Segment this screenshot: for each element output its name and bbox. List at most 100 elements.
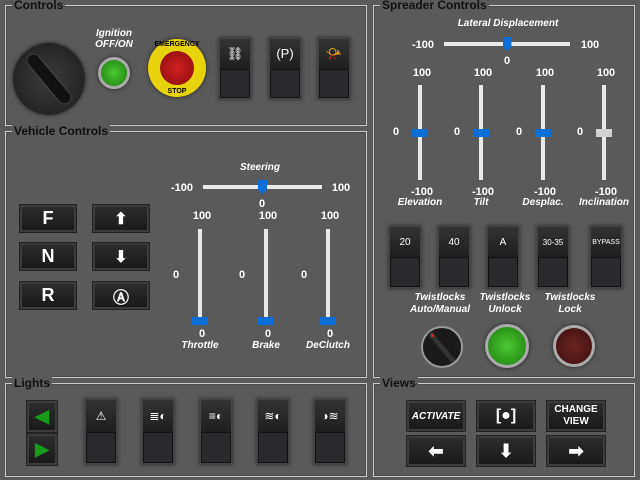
spreader-switch-30-35[interactable]: 30-35 <box>536 225 570 289</box>
auto-gear-icon: Ⓐ <box>112 289 129 307</box>
lateral-label: Lateral Displacement <box>457 18 559 29</box>
arrow-left-icon: ◀ <box>35 406 49 426</box>
fog-light-icon: ≋◐ <box>264 408 282 423</box>
container-size-icon: 30-35 <box>542 237 564 247</box>
spreader-switch-a[interactable]: A <box>486 225 520 289</box>
tilt-mid: 0 <box>453 126 461 138</box>
control-switch-seatbelt[interactable]: ⛓ <box>218 37 252 100</box>
brake-max: 100 <box>258 210 278 222</box>
declutch-slider-track[interactable] <box>326 229 330 321</box>
twistlock-label: Twistlocks Unlock <box>479 292 531 315</box>
low-beam-icon: ≣◐ <box>149 408 167 423</box>
declutch-slider-thumb[interactable] <box>320 317 336 325</box>
gear-r-button[interactable]: R <box>20 282 76 309</box>
elevation-label: Elevation <box>397 197 443 208</box>
declutch-max: 100 <box>320 210 340 222</box>
estop-bottom-text: STOP <box>167 88 187 95</box>
brake-mid: 0 <box>238 269 246 281</box>
arrow-up-button[interactable]: ⬆ <box>93 205 149 232</box>
declutch-label: DeClutch <box>306 340 350 351</box>
throttle-slider-thumb[interactable] <box>192 317 208 325</box>
lateral-min: -100 <box>411 39 435 51</box>
declutch-min: 0 <box>326 328 334 340</box>
arrow-down-icon: ⬇ <box>498 440 514 461</box>
light-switch-fog-light[interactable]: ≋◐ <box>256 398 290 465</box>
throttle-mid: 0 <box>172 269 180 281</box>
tilt-label: Tilt <box>473 197 489 208</box>
elevation-slider-thumb[interactable] <box>412 128 428 137</box>
parking-brake-icon: (P) <box>276 46 294 62</box>
auto-gear-button[interactable]: Ⓐ <box>93 282 149 309</box>
light-switch-hazard[interactable]: ⚠ <box>84 398 118 465</box>
emergency-stop-button[interactable]: EMERGENCY STOP <box>148 39 206 97</box>
desplac-max: 100 <box>535 67 555 79</box>
tilt-max: 100 <box>473 67 493 79</box>
container-size-icon: 40 <box>448 236 460 248</box>
gear-n-button[interactable]: N <box>20 243 76 270</box>
light-switch-rear-fog-light[interactable]: ◑≋ <box>313 398 347 465</box>
control-switch-horn[interactable]: 📯 <box>317 37 351 100</box>
inclination-mid: 0 <box>576 126 584 138</box>
change-view-button[interactable]: CHANGE VIEW <box>547 401 605 431</box>
focus-icon: [●] <box>495 407 517 424</box>
desplac-label: Desplac. <box>522 197 564 208</box>
container-size-icon: 20 <box>399 236 411 248</box>
desplac-slider-thumb[interactable] <box>535 128 551 137</box>
throttle-max: 100 <box>192 210 212 222</box>
ignition-key-switch[interactable] <box>13 43 85 115</box>
arrow-down-button[interactable]: ⬇ <box>93 243 149 270</box>
light-switch-low-beam[interactable]: ≣◐ <box>141 398 175 465</box>
high-beam-icon: ≡◐ <box>208 408 224 423</box>
brake-slider-thumb[interactable] <box>258 317 274 325</box>
lateral-value: 0 <box>503 55 511 67</box>
steering-max: 100 <box>331 182 351 194</box>
twistlocks-lock-button[interactable] <box>553 325 595 367</box>
brake-slider-track[interactable] <box>264 229 268 321</box>
turn-right-button[interactable]: ▶ <box>27 434 57 465</box>
views-title: Views <box>380 376 418 390</box>
arrow-up-icon: ⬆ <box>114 210 128 228</box>
brake-min: 0 <box>264 328 272 340</box>
desplac-mid: 0 <box>515 126 523 138</box>
spreader-switch-20[interactable]: 20 <box>388 225 422 289</box>
vehicle-controls-title: Vehicle Controls <box>12 124 111 138</box>
estop-top-text: EMERGENCY <box>154 41 200 48</box>
twistlock-label: Twistlocks Auto/Manual <box>410 292 470 315</box>
spreader-switch-bypass[interactable]: BYPASS <box>589 225 623 289</box>
elevation-max: 100 <box>412 67 432 79</box>
view-right-button[interactable]: ➡ <box>547 436 605 466</box>
gear-f-button[interactable]: F <box>20 205 76 232</box>
view-down-button[interactable]: ⬇ <box>477 436 535 466</box>
container-size-icon: A <box>499 236 507 248</box>
horn-icon: 📯 <box>325 45 343 61</box>
inclination-max: 100 <box>596 67 616 79</box>
spreader-controls-title: Spreader Controls <box>380 0 489 12</box>
turn-left-button[interactable]: ◀ <box>27 401 57 432</box>
arrow-right-icon: ▶ <box>35 439 49 459</box>
tilt-slider-thumb[interactable] <box>473 128 489 137</box>
steering-label: Steering <box>239 162 281 173</box>
spreader-switch-40[interactable]: 40 <box>437 225 471 289</box>
arrow-down-icon: ⬇ <box>114 248 128 266</box>
seatbelt-icon: ⛓ <box>226 45 244 61</box>
steering-min: -100 <box>170 182 194 194</box>
arrow-left-icon: ⬅ <box>428 440 444 461</box>
view-left-button[interactable]: ⬅ <box>407 436 465 466</box>
elevation-mid: 0 <box>392 126 400 138</box>
twistlocks-unlock-button[interactable] <box>485 324 529 368</box>
activate-button[interactable]: ACTIVATE <box>407 401 465 431</box>
inclination-label: Inclination <box>579 197 629 208</box>
brake-label: Brake <box>252 340 280 351</box>
hazard-icon: ⚠ <box>95 408 107 423</box>
center-view-button[interactable]: [●] <box>477 401 535 431</box>
twistlocks-mode-knob[interactable] <box>421 326 463 368</box>
throttle-slider-track[interactable] <box>198 229 202 321</box>
light-switch-high-beam[interactable]: ≡◐ <box>199 398 233 465</box>
lights-title: Lights <box>12 376 52 390</box>
throttle-min: 0 <box>198 328 206 340</box>
ignition-led[interactable] <box>98 57 130 89</box>
arrow-right-icon: ➡ <box>568 440 584 461</box>
inclination-slider-thumb[interactable] <box>596 128 612 137</box>
rear-fog-light-icon: ◑≋ <box>321 408 339 423</box>
control-switch-parking-brake[interactable]: (P) <box>268 37 302 100</box>
